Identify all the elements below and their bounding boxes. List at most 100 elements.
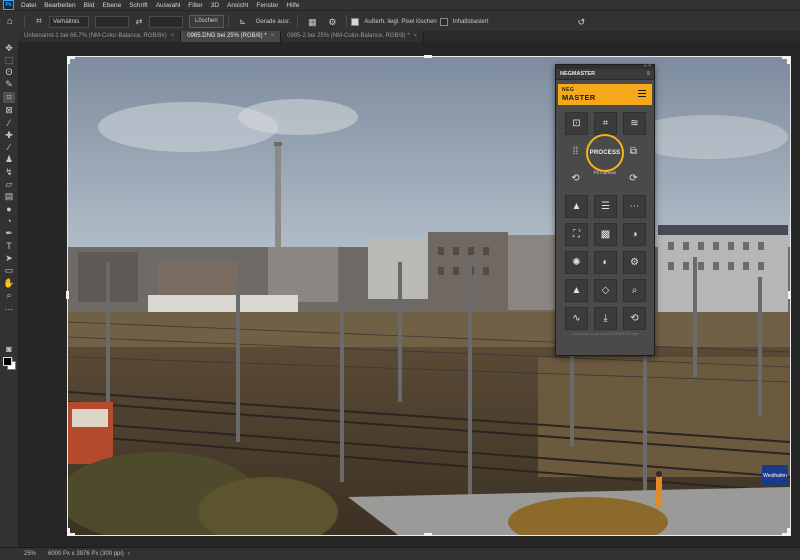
reset-icon[interactable]: ↺ (575, 16, 587, 28)
quick-select-tool-icon[interactable]: ✎ (3, 79, 15, 90)
eraser-tool-icon[interactable]: ▱ (3, 179, 15, 190)
tab-document-2[interactable]: 0985.DNG bei 25% (RGB/8) * × (181, 31, 282, 42)
settings-icon[interactable]: ⚙ (623, 251, 646, 274)
lasso-tool-icon[interactable]: ʘ (3, 67, 15, 78)
document-info[interactable]: 6000 Px x 3976 Px (300 ppi) (48, 551, 124, 557)
save-icon[interactable]: ⤓ (594, 307, 617, 330)
blur-tool-icon[interactable]: ● (3, 204, 15, 215)
crop-tool-icon[interactable]: ⌗ (3, 92, 15, 103)
zoom-tool-icon[interactable]: ⌕ (3, 290, 15, 301)
rotate-right-icon[interactable]: ⟳ (623, 168, 644, 189)
dodge-tool-icon[interactable]: ◔ (3, 216, 15, 227)
negmaster-logo: NEG MASTER (562, 87, 595, 101)
dust-icon[interactable]: ▩ (594, 223, 617, 246)
history-icon[interactable]: ⟲ (623, 307, 646, 330)
crop-handle-top-left[interactable] (67, 56, 70, 64)
panel-menu-icon[interactable]: ≡ (646, 71, 650, 77)
move-tool-icon[interactable]: ✥ (3, 43, 15, 54)
process-button[interactable]: PROCESS (586, 134, 624, 172)
frame-tool-icon[interactable]: ⊠ (3, 105, 15, 116)
rectangle-tool-icon[interactable]: ▭ (3, 265, 15, 276)
close-icon[interactable]: × (414, 33, 418, 39)
marquee-tool-icon[interactable]: ⬚ (3, 55, 15, 66)
panel-footer-link[interactable]: Click here to go to NEGMASTER.app (562, 331, 648, 336)
menu-filter[interactable]: Filter (184, 2, 206, 9)
zoom-icon[interactable]: ⌕ (623, 279, 646, 302)
menu-view[interactable]: Ansicht (223, 2, 252, 9)
levels-icon[interactable]: ◇ (594, 279, 617, 302)
content-aware-checkbox[interactable] (439, 17, 448, 26)
menu-select[interactable]: Auswahl (152, 2, 185, 9)
layers-icon[interactable]: ≋ (623, 112, 646, 135)
menu-file[interactable]: Datei (17, 2, 40, 9)
delete-pixels-label: Außerh. liegl. Pixel löschen (364, 18, 437, 25)
brush-tool-icon[interactable]: ∕ (3, 142, 15, 153)
crop-handle-right[interactable] (788, 291, 791, 299)
more-tools-icon[interactable]: … (3, 302, 15, 313)
chevron-right-icon[interactable]: › (128, 551, 130, 557)
expand-icon[interactable]: ⛶ (565, 223, 588, 246)
collapse-close-icon[interactable]: » × (644, 63, 651, 69)
crop-handle-bottom-left[interactable] (67, 528, 70, 536)
straighten-icon[interactable]: ⊾ (237, 16, 249, 28)
compare-icon[interactable]: ⧉ (623, 141, 644, 162)
healing-brush-icon[interactable]: ✚ (3, 130, 15, 141)
clear-button[interactable]: Löschen (189, 15, 224, 28)
sliders-icon[interactable]: ☰ (594, 195, 617, 218)
color-balance-icon[interactable]: ◑ (623, 223, 646, 246)
delete-pixels-checkbox[interactable] (351, 17, 360, 26)
menu-3d[interactable]: 3D (207, 2, 223, 9)
batch-grid-icon[interactable]: ⁞⁞ (565, 141, 586, 162)
crop-handle-top-right[interactable] (787, 56, 790, 64)
crop-handle-bottom-right[interactable] (787, 528, 790, 536)
eyedropper-tool-icon[interactable]: ⁄ (3, 118, 15, 129)
menu-edit[interactable]: Bearbeiten (40, 2, 79, 9)
curves-icon[interactable]: ∿ (565, 307, 588, 330)
tab-label: Unbenannt-1 bei 66,7% (NM-Color-Balance,… (24, 33, 167, 39)
fit-canvas-label[interactable]: Fit Canvas (586, 171, 624, 177)
zoom-level[interactable]: 25% (0, 551, 48, 557)
menu-help[interactable]: Hilfe (282, 2, 303, 9)
document-image[interactable]: Westhafen (68, 57, 790, 535)
menu-image[interactable]: Bild (80, 2, 99, 9)
gear-icon[interactable]: ⚙ (326, 16, 338, 28)
type-tool-icon[interactable]: T (3, 241, 15, 252)
history-brush-icon[interactable]: ↯ (3, 167, 15, 178)
panel-tab[interactable]: NEGMASTER ≡ (556, 69, 654, 80)
menu-type[interactable]: Schrift (125, 2, 151, 9)
gradient-tool-icon[interactable]: ▤ (3, 191, 15, 202)
rotate-left-icon[interactable]: ⟲ (565, 168, 586, 189)
open-image-icon[interactable]: ⊡ (565, 112, 588, 135)
menu-layer[interactable]: Ebene (98, 2, 125, 9)
stamp-tool-icon[interactable]: ♟ (3, 154, 15, 165)
crop-handle-left[interactable] (66, 291, 69, 299)
close-icon[interactable]: × (271, 33, 275, 39)
crop-handle-top[interactable] (424, 55, 432, 58)
sharpen-icon[interactable]: ▲ (565, 279, 588, 302)
foreground-color-swatch[interactable] (3, 357, 12, 366)
home-icon[interactable]: ⌂ (4, 16, 16, 28)
tab-document-3[interactable]: 0985-2 bei 25% (NM-Color-Balance, RGB/8)… (281, 31, 425, 42)
contrast-icon[interactable]: ◐ (594, 251, 617, 274)
panel-titlebar[interactable]: » × (556, 63, 654, 69)
crop-height-field[interactable] (149, 15, 183, 28)
close-icon[interactable]: × (171, 33, 175, 39)
overlay-grid-icon[interactable]: ▦ (306, 16, 318, 28)
menu-window[interactable]: Fenster (252, 2, 282, 9)
aperture-icon[interactable]: ✺ (565, 251, 588, 274)
tab-document-1[interactable]: Unbenannt-1 bei 66,7% (NM-Color-Balance,… (18, 31, 182, 42)
crop-ratio-select[interactable]: Verhältnis (49, 15, 89, 28)
adjust-icon[interactable]: ⋯ (623, 195, 646, 218)
divider (227, 15, 229, 28)
pen-tool-icon[interactable]: ✒ (3, 228, 15, 239)
crop-width-field[interactable] (95, 15, 129, 28)
crop-handle-bottom[interactable] (424, 533, 432, 536)
crop-tool-icon[interactable]: ⌗ (33, 16, 45, 28)
crop-rotate-icon[interactable]: ⌗ (594, 112, 617, 135)
hamburger-icon[interactable] (638, 90, 646, 98)
histogram-icon[interactable]: ▲ (565, 195, 588, 218)
swap-icon[interactable]: ⇄ (133, 16, 145, 28)
path-select-icon[interactable]: ➤ (3, 253, 15, 264)
quick-mask-icon[interactable]: ◙ (3, 344, 15, 355)
hand-tool-icon[interactable]: ✋ (3, 278, 15, 289)
